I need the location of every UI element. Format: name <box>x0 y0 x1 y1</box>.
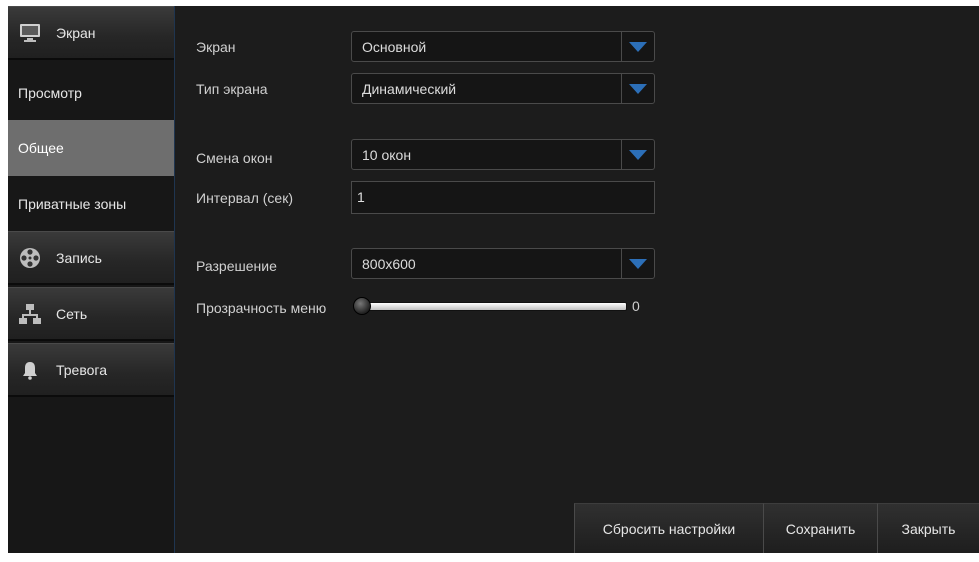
settings-window: Экран Просмотр Общее Приватные зоны Запи… <box>8 6 979 553</box>
monitor-icon <box>18 21 42 45</box>
chevron-down-icon[interactable] <box>621 140 654 169</box>
interval-label: Интервал (сек) <box>196 190 293 206</box>
sidebar-item-label: Общее <box>18 140 64 156</box>
reset-settings-button[interactable]: Сбросить настройки <box>574 503 763 553</box>
resolution-select[interactable]: 800x600 <box>351 248 655 279</box>
sidebar-category-network[interactable]: Сеть <box>8 287 174 341</box>
chevron-down-icon[interactable] <box>621 74 654 103</box>
chevron-down-icon[interactable] <box>621 32 654 61</box>
screen-type-label: Тип экрана <box>196 81 268 97</box>
sidebar-item-view[interactable]: Просмотр <box>8 65 174 121</box>
window-switch-select[interactable]: 10 окон <box>351 139 655 170</box>
bell-icon <box>18 358 42 382</box>
save-button[interactable]: Сохранить <box>763 503 877 553</box>
interval-input[interactable]: 1 <box>351 181 655 214</box>
menu-transparency-value: 0 <box>632 298 640 314</box>
sidebar-item-general[interactable]: Общее <box>8 120 174 176</box>
chevron-down-icon[interactable] <box>621 249 654 278</box>
screen-value: Основной <box>362 38 427 55</box>
sidebar-category-label: Запись <box>56 249 102 266</box>
screen-select[interactable]: Основной <box>351 31 655 62</box>
screen-type-select[interactable]: Динамический <box>351 73 655 104</box>
resolution-label: Разрешение <box>196 258 277 274</box>
menu-transparency-label: Прозрачность меню <box>196 300 327 316</box>
slider-handle[interactable] <box>353 297 371 315</box>
close-button[interactable]: Закрыть <box>877 503 979 553</box>
sidebar-category-label: Сеть <box>56 305 88 322</box>
window-switch-label: Смена окон <box>196 150 273 166</box>
sidebar-item-privacy-zones[interactable]: Приватные зоны <box>8 176 174 232</box>
slider-track[interactable] <box>361 302 627 311</box>
screen-type-value: Динамический <box>362 80 457 97</box>
sidebar-category-label: Тревога <box>56 361 107 378</box>
window-switch-value: 10 окон <box>362 146 412 163</box>
sidebar: Экран Просмотр Общее Приватные зоны Запи… <box>8 6 175 553</box>
network-icon <box>18 302 42 326</box>
film-reel-icon <box>18 246 42 270</box>
sidebar-item-label: Приватные зоны <box>18 196 127 212</box>
sidebar-item-label: Просмотр <box>18 85 82 101</box>
sidebar-category-label: Экран <box>56 24 96 41</box>
resolution-value: 800x600 <box>362 255 416 272</box>
action-bar: Сбросить настройки Сохранить Закрыть <box>574 503 979 553</box>
sidebar-category-record[interactable]: Запись <box>8 231 174 285</box>
sidebar-category-alarm[interactable]: Тревога <box>8 343 174 397</box>
menu-transparency-slider[interactable] <box>353 297 627 315</box>
screen-label: Экран <box>196 39 236 55</box>
sidebar-category-screen[interactable]: Экран <box>8 6 174 60</box>
